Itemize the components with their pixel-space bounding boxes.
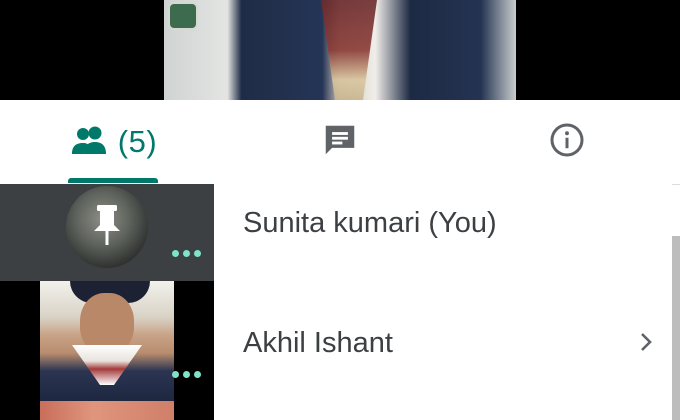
participant-video-feed — [40, 281, 174, 401]
more-options-icon[interactable] — [172, 250, 201, 257]
active-tab-indicator — [68, 178, 158, 183]
participant-tile-akhil[interactable] — [0, 281, 214, 401]
chevron-right-icon[interactable] — [634, 330, 658, 354]
avatar — [66, 186, 148, 268]
scrollbar[interactable] — [672, 236, 680, 420]
uniform-scarf — [321, 0, 377, 100]
chat-message-icon — [321, 121, 359, 164]
tab-people[interactable]: (5) — [0, 100, 227, 184]
participant-name: Akhil Ishant — [243, 326, 393, 359]
uniform-scarf — [72, 345, 142, 385]
pin-icon[interactable] — [90, 203, 124, 252]
info-icon — [549, 122, 585, 163]
more-options-icon[interactable] — [172, 371, 201, 378]
participant-row-akhil[interactable]: Akhil Ishant — [214, 304, 672, 382]
tab-bar: (5) — [0, 100, 680, 185]
tab-info[interactable] — [453, 100, 680, 184]
participant-list: Sunita kumari (You) Akhil Ishant — [214, 184, 672, 420]
top-video-strip — [0, 0, 680, 100]
participant-tile-you[interactable] — [0, 184, 214, 281]
participant-count: (5) — [117, 124, 158, 159]
participant-name: Sunita kumari (You) — [243, 206, 497, 239]
self-video-feed — [164, 0, 516, 100]
participant-tile-partial[interactable] — [0, 401, 214, 420]
participant-row-you[interactable]: Sunita kumari (You) — [214, 184, 672, 262]
tab-chat[interactable] — [227, 100, 453, 184]
people-icon — [70, 124, 110, 161]
uniform-badge — [168, 2, 198, 30]
participant-video-feed — [40, 401, 174, 420]
